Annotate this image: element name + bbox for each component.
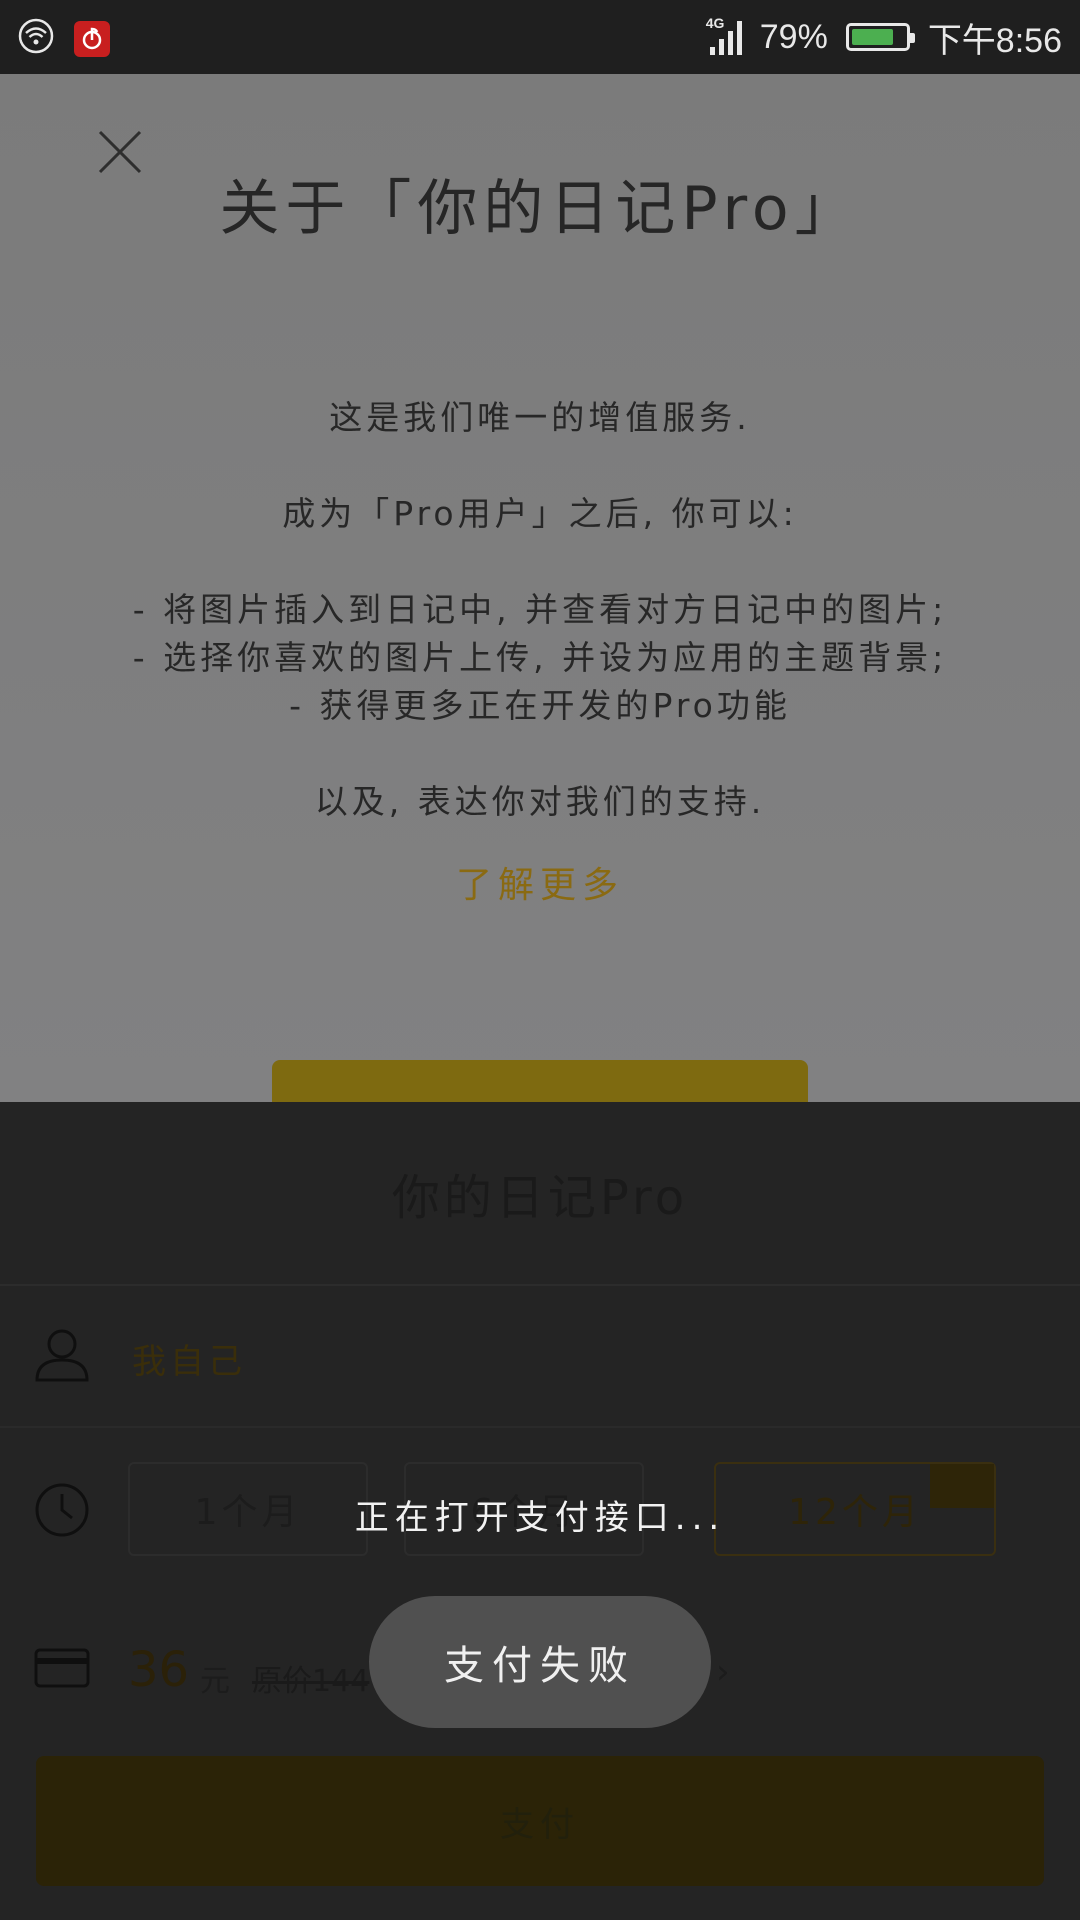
chevron-right-icon[interactable]: › — [716, 1652, 730, 1692]
recipient-row[interactable]: 我自己 — [0, 1286, 1080, 1428]
battery-level — [851, 29, 893, 45]
battery-percent: 79% — [759, 17, 828, 56]
netease-music-icon — [74, 20, 110, 57]
status-bar-right: 4G 79% 下午8:56 — [706, 0, 1062, 74]
about-page: 关于「你的日记Pro」 这是我们唯一的增值服务. 成为「Pro用户」之后, 你可… — [0, 74, 1080, 1120]
clock: 下午8:56 — [927, 21, 1062, 60]
signal-icon: 4G — [706, 15, 742, 55]
description-line: 以及, 表达你对我们的支持. — [314, 782, 766, 821]
network-type: 4G — [705, 15, 725, 31]
screen: 4G 79% 下午8:56 关于「你的日记Pro」 这是我们唯一的增值服务. 成… — [0, 0, 1080, 1920]
feature-item: - 获得更多正在开发的Pro功能 — [289, 686, 791, 725]
recipient-name: 我自己 — [132, 1342, 246, 1382]
price-value: 36 — [128, 1642, 190, 1698]
learn-more-link[interactable]: 了解更多 — [0, 856, 1080, 908]
status-bar: 4G 79% 下午8:56 — [0, 0, 1080, 74]
loading-message: 正在打开支付接口... — [354, 1498, 726, 1538]
about-description: 这是我们唯一的增值服务. 成为「Pro用户」之后, 你可以: - 将图片插入到日… — [0, 394, 1080, 826]
description-line: 这是我们唯一的增值服务. — [329, 398, 751, 437]
wifi-icon — [18, 18, 54, 59]
sheet-title: 你的日记Pro — [0, 1102, 1080, 1286]
toast-message: 支付失败 — [444, 1643, 636, 1689]
user-icon — [34, 1326, 90, 1382]
original-price: 原价144 — [252, 1664, 370, 1699]
credit-card-icon — [34, 1648, 90, 1704]
pay-button[interactable]: 支付 — [36, 1756, 1044, 1886]
status-bar-left — [18, 18, 110, 59]
feature-item: - 将图片插入到日记中, 并查看对方日记中的图片; — [132, 590, 948, 629]
battery-icon — [845, 23, 915, 51]
toast: 支付失败 — [369, 1596, 711, 1728]
description-line: 成为「Pro用户」之后, 你可以: — [282, 494, 798, 533]
feature-item: - 选择你喜欢的图片上传, 并设为应用的主题背景; — [132, 638, 948, 677]
page-title: 关于「你的日记Pro」 — [219, 174, 861, 244]
price-unit: 元 — [200, 1664, 230, 1699]
